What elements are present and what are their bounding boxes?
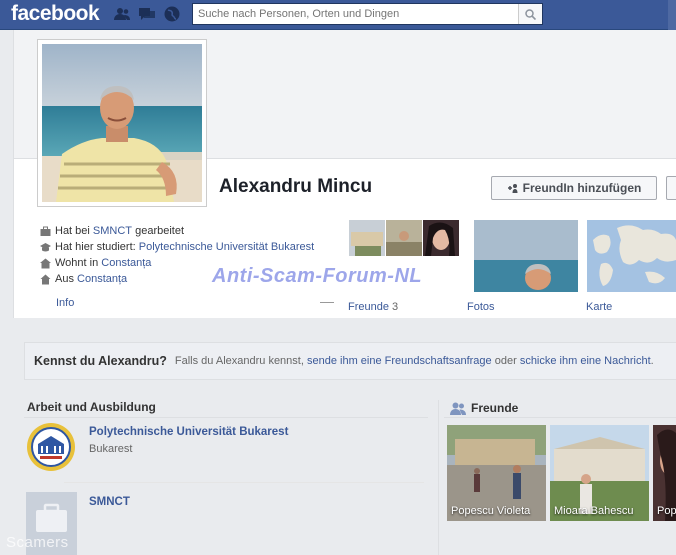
more-button[interactable] [666,176,676,200]
from-info-row: Aus Constanța [40,272,127,286]
from-place-link[interactable]: Constanța [77,273,127,285]
facebook-logo[interactable]: facebook [11,2,100,26]
work-education-section: Arbeit und Ausbildung [24,398,428,555]
work-item-sub: Bukarest [89,443,133,455]
know-title: Kennst du Alexandru? [34,354,167,368]
send-friend-request-link[interactable]: sende ihm eine Freundschaftsanfrage [307,355,492,367]
study-info-row: Hat hier studiert: Polytechnische Univer… [40,240,314,254]
know-person-bar: Kennst du Alexandru? Falls du Alexandru … [24,342,676,380]
friends-box-heading: Freunde [450,401,518,415]
add-friend-icon [507,184,518,193]
photos-section-link[interactable]: Fotos [467,301,495,313]
search-icon [525,8,536,20]
globe-icon[interactable] [164,6,180,22]
university-logo[interactable] [26,422,76,472]
map-thumbnail[interactable] [587,220,676,292]
search-box[interactable] [192,3,543,25]
work-item-name[interactable]: SMNCT [89,496,130,508]
briefcase-icon [40,226,51,237]
profile-name: Alexandru Mincu [219,176,373,197]
friends-section-link[interactable]: Freunde 3 [348,301,398,313]
friend-card[interactable]: Mioara Bahescu [550,425,649,521]
add-friend-label: FreundIn hinzufügen [522,181,642,195]
work-info-row: Hat bei SMNCT gearbeitet [40,224,184,238]
work-place-link[interactable]: SMNCT [93,225,132,237]
add-friend-button[interactable]: FreundIn hinzufügen [491,176,657,200]
lives-place-link[interactable]: Constanța [101,257,151,269]
info-divider [320,302,334,303]
send-message-link[interactable]: schicke ihm eine Nachricht [520,355,651,367]
study-place-link[interactable]: Polytechnische Universität Bukarest [139,241,314,253]
work-divider [64,482,424,483]
friends-count: 3 [392,301,399,313]
friends-thumbnail[interactable] [349,220,459,256]
work-item-name[interactable]: Polytechnische Universität Bukarest [89,426,288,438]
friend-name: Popo [657,505,676,517]
watermark-text: Anti-Scam-Forum-NL [212,265,423,287]
friends-icon[interactable] [114,6,130,22]
info-tab-link[interactable]: Info [56,297,74,309]
graduation-cap-icon [40,242,51,253]
friend-card[interactable]: Popescu Violeta [447,425,546,521]
know-text: Falls du Alexandru kennst, sende ihm ein… [174,355,654,367]
friend-name: Mioara Bahescu [554,505,634,517]
home-icon [40,258,51,269]
photos-thumbnail[interactable] [474,220,578,292]
location-icon [40,274,51,285]
friend-name: Popescu Violeta [451,505,531,517]
map-section-link[interactable]: Karte [586,301,612,313]
search-button[interactable] [518,4,542,24]
bottom-watermark-text: Scamers [6,534,69,551]
column-divider [438,400,439,555]
topbar-edge [668,0,676,30]
lives-info-row: Wohnt in Constanța [40,256,151,270]
messages-icon[interactable] [139,6,155,22]
friends-icon [450,402,466,415]
friends-box-divider [444,417,676,418]
profile-picture[interactable] [37,39,207,207]
search-input[interactable] [193,4,513,24]
friend-card[interactable]: Popo [653,425,676,521]
top-navigation-bar: facebook [0,0,676,30]
work-education-heading: Arbeit und Ausbildung [24,398,428,418]
